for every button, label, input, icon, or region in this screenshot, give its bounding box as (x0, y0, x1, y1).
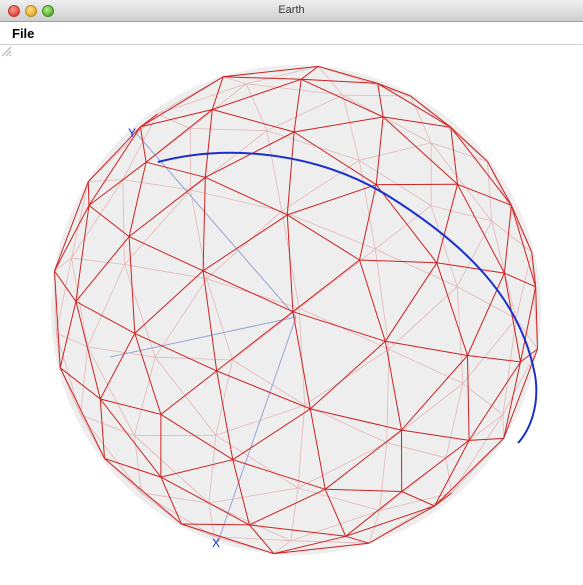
resize-grip-icon[interactable] (0, 45, 12, 57)
mesh-edge-front (87, 181, 90, 206)
menu-file[interactable]: File (12, 26, 34, 41)
earth-3d-viewport[interactable]: Y X (0, 45, 583, 585)
axis-label-y: Y (128, 126, 136, 140)
axis-label-x: X (212, 536, 220, 550)
window-title: Earth (278, 4, 305, 16)
sphere-surface (51, 65, 541, 555)
earth-scene[interactable]: Y X (0, 45, 583, 585)
app-window: Earth File Y X (0, 0, 583, 585)
menu-bar: File (0, 22, 583, 45)
title-bar[interactable]: Earth (0, 0, 583, 22)
